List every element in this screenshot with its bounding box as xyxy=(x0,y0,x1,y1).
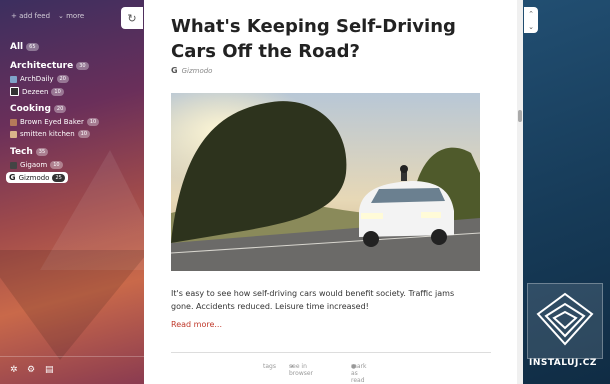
watermark: INSTALUJ.CZ xyxy=(527,283,603,373)
count-badge: 10 xyxy=(50,161,63,169)
sidebar-facet xyxy=(0,250,144,360)
article-title[interactable]: What's Keeping Self-Driving Cars Off the… xyxy=(171,14,501,64)
article-source: G Gizmodo xyxy=(171,66,212,75)
gigaom-icon xyxy=(10,161,17,169)
wand-icon[interactable]: ✲ xyxy=(10,365,18,375)
article-body: It's easy to see how self-driving cars w… xyxy=(171,289,455,311)
feed-archdaily[interactable]: ArchDaily 20 xyxy=(10,75,69,83)
article-image xyxy=(171,93,480,271)
count-badge: 20 xyxy=(53,105,67,113)
count-badge: 25 xyxy=(52,173,65,182)
scrollbar[interactable] xyxy=(517,0,523,384)
article-navigation: ⌃ ⌄ xyxy=(524,7,538,33)
source-label: Gizmodo xyxy=(181,66,213,75)
feed-brown-eyed-baker[interactable]: Brown Eyed Baker 10 xyxy=(10,118,100,126)
read-more-link[interactable]: Read more... xyxy=(171,320,222,329)
gear-icon[interactable]: ⚙ xyxy=(27,365,35,375)
article-footer: tags ➜ see in browser ● mark as read xyxy=(171,352,491,384)
more-menu-button[interactable]: ⌄ more xyxy=(58,12,84,20)
feed-smitten-kitchen[interactable]: smitten kitchen 10 xyxy=(10,130,91,138)
nav-all[interactable]: All 65 xyxy=(10,42,39,52)
chevron-down-icon: ⌄ xyxy=(58,12,67,20)
count-badge: 65 xyxy=(26,43,39,51)
previous-article-button[interactable]: ⌃ xyxy=(528,10,534,18)
scroll-thumb[interactable] xyxy=(518,110,522,122)
sidebar-footer: ✲ ⚙ ▤ xyxy=(0,356,144,384)
refresh-button[interactable]: ↻ xyxy=(121,7,143,29)
count-badge: 30 xyxy=(76,62,89,70)
gizmodo-icon: G xyxy=(9,173,16,182)
plus-icon: + xyxy=(11,12,20,20)
watermark-text: INSTALUJ.CZ xyxy=(529,358,597,368)
feed-dezeen[interactable]: Dezeen 10 xyxy=(10,87,64,96)
category-tech[interactable]: Tech 35 xyxy=(10,147,49,157)
category-cooking[interactable]: Cooking 20 xyxy=(10,104,67,114)
refresh-icon: ↻ xyxy=(127,11,137,25)
count-badge: 10 xyxy=(77,130,91,138)
archdaily-icon xyxy=(10,75,17,83)
count-badge: 10 xyxy=(51,87,64,96)
feed-gigaom[interactable]: Gigaom 10 xyxy=(10,161,63,169)
add-feed-button[interactable]: + add feed xyxy=(11,12,50,20)
layout-toggle-icon[interactable]: ▤ xyxy=(45,365,54,375)
feed-gizmodo[interactable]: G Gizmodo 25 xyxy=(6,172,68,183)
next-article-button[interactable]: ⌄ xyxy=(528,23,534,31)
sidebar: + add feed ⌄ more ↻ All 65 Architecture … xyxy=(0,0,144,384)
watermark-logo xyxy=(527,283,603,359)
dezeen-icon xyxy=(10,87,19,96)
category-architecture[interactable]: Architecture 30 xyxy=(10,61,89,71)
brown-eyed-baker-icon xyxy=(10,118,17,126)
count-badge: 20 xyxy=(56,75,69,83)
count-badge: 10 xyxy=(86,118,100,126)
smitten-kitchen-icon xyxy=(10,130,17,138)
count-badge: 35 xyxy=(35,148,49,156)
reading-pane: What's Keeping Self-Driving Cars Off the… xyxy=(144,0,517,384)
gizmodo-icon: G xyxy=(171,66,178,75)
